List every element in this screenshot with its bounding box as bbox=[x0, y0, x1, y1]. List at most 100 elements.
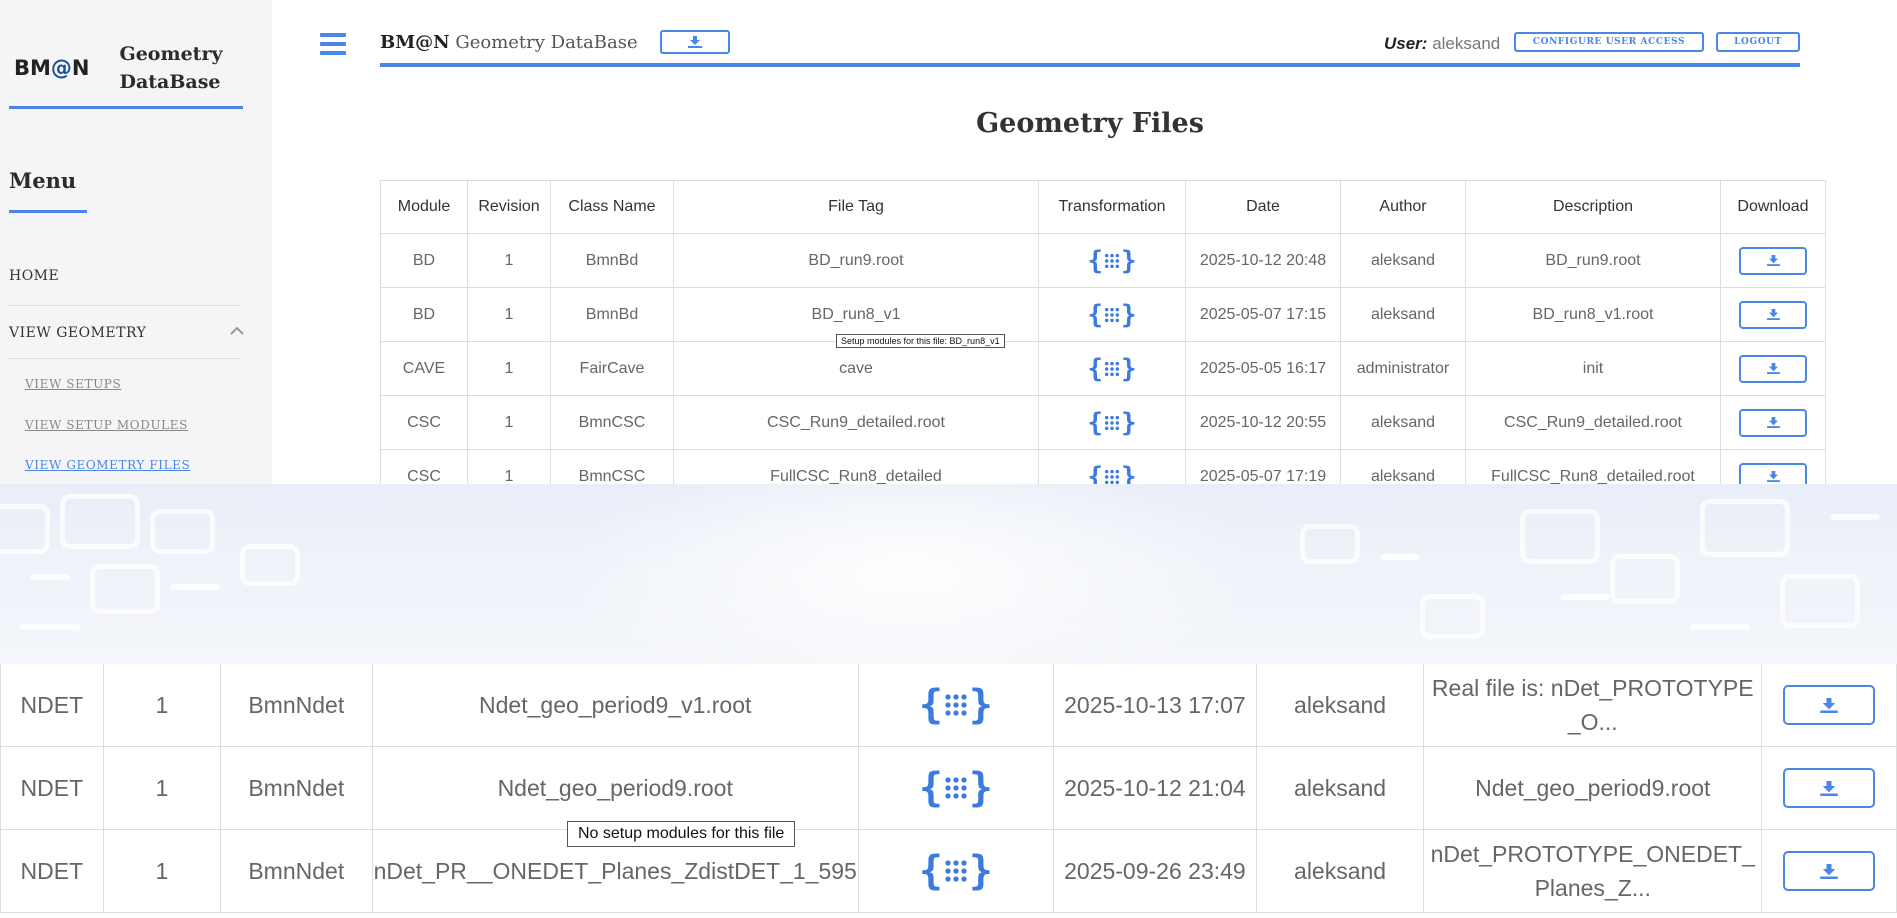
menu-title-underline bbox=[9, 210, 87, 213]
sidebar-subitem-view-geometry-files[interactable]: VIEW GEOMETRY FILES bbox=[25, 458, 190, 472]
table-header-row: Module Revision Class Name File Tag Tran… bbox=[380, 180, 1826, 234]
download-button[interactable] bbox=[1739, 462, 1807, 484]
table-row: CSC 1 BmnCSC CSC_Run9_detailed.root{} 2025-1… bbox=[380, 395, 1826, 450]
braces-grid-icon[interactable]: {} bbox=[919, 685, 993, 725]
cell-class-name: FairCave bbox=[550, 341, 674, 396]
download-button[interactable] bbox=[1783, 685, 1876, 725]
cell-author: aleksand bbox=[1340, 287, 1466, 342]
cell-author: administrator bbox=[1340, 341, 1466, 396]
cell-date: 2025-05-07 17:15 bbox=[1185, 287, 1341, 342]
column-header-author[interactable]: Author bbox=[1340, 180, 1466, 234]
cell-class-name: BmnBd bbox=[550, 233, 674, 288]
column-header-class-name[interactable]: Class Name bbox=[550, 180, 674, 234]
braces-grid-icon[interactable]: {} bbox=[1087, 410, 1136, 436]
column-header-transformation[interactable]: Transformation bbox=[1038, 180, 1186, 234]
sidebar: BM@N Geometry DataBase Menu HOME VIEW GE… bbox=[0, 0, 272, 484]
braces-grid-icon[interactable]: {} bbox=[919, 768, 993, 808]
cell-module: CAVE bbox=[380, 341, 468, 396]
cell-description: init bbox=[1465, 341, 1721, 396]
cell-download bbox=[1761, 829, 1897, 913]
download-button[interactable] bbox=[1739, 300, 1807, 329]
configure-user-access-button[interactable]: CONFIGURE USER ACCESS bbox=[1514, 32, 1704, 52]
logout-button[interactable]: LOGOUT bbox=[1716, 32, 1800, 52]
column-header-module[interactable]: Module bbox=[380, 180, 468, 234]
sidebar-divider bbox=[9, 305, 241, 306]
cell-revision: 1 bbox=[102, 829, 221, 913]
braces-grid-icon[interactable]: {} bbox=[1087, 248, 1136, 274]
cell-file-tag: FullCSC_Run8_detailed bbox=[673, 449, 1039, 484]
cell-revision: 1 bbox=[102, 664, 221, 747]
cell-download bbox=[1720, 395, 1826, 450]
cell-file-tag: Ndet_geo_period9_v1.root bbox=[371, 664, 859, 747]
cell-transformation: {} bbox=[1038, 287, 1186, 342]
download-button[interactable] bbox=[1783, 851, 1876, 891]
cell-class-name: BmnCSC bbox=[550, 449, 674, 484]
cell-module: NDET bbox=[0, 746, 104, 830]
braces-grid-icon[interactable]: {} bbox=[1087, 356, 1136, 382]
cell-file-tag: BD_run9.root bbox=[673, 233, 1039, 288]
braces-grid-icon[interactable]: {} bbox=[919, 851, 993, 891]
cell-module: NDET bbox=[0, 664, 104, 747]
download-button[interactable] bbox=[1783, 768, 1876, 808]
cell-description: BD_run9.root bbox=[1465, 233, 1721, 288]
cell-module: NDET bbox=[0, 829, 104, 913]
cell-module: BD bbox=[380, 287, 468, 342]
cell-revision: 1 bbox=[467, 395, 551, 450]
cell-download bbox=[1720, 341, 1826, 396]
cell-date: 2025-10-12 20:55 bbox=[1185, 395, 1341, 450]
cell-author: aleksand bbox=[1340, 395, 1466, 450]
cell-class-name: BmnNdet bbox=[219, 664, 373, 747]
cell-date: 2025-10-13 17:07 bbox=[1052, 664, 1257, 747]
cell-revision: 1 bbox=[467, 449, 551, 484]
hamburger-icon[interactable] bbox=[320, 33, 346, 57]
cell-download bbox=[1720, 449, 1826, 484]
cell-revision: 1 bbox=[102, 746, 221, 830]
download-icon bbox=[1820, 697, 1838, 713]
column-header-file-tag[interactable]: File Tag bbox=[673, 180, 1039, 234]
download-button[interactable] bbox=[1739, 354, 1807, 383]
table-row: NDET 1 BmnNdet nDet_PR__ONEDET_Planes_Zdist… bbox=[0, 829, 1897, 913]
cell-description: BD_run8_v1.root bbox=[1465, 287, 1721, 342]
cell-date: 2025-10-12 21:04 bbox=[1052, 746, 1257, 830]
chevron-up-icon[interactable] bbox=[230, 323, 244, 338]
download-button[interactable] bbox=[1739, 408, 1807, 437]
app-name: BM@N Geometry DataBase bbox=[380, 32, 638, 53]
cell-description: Real file is: nDet_PROTOTYPE _O... bbox=[1423, 664, 1763, 747]
cell-author: aleksand bbox=[1255, 829, 1425, 913]
brand-title-line2: DataBase bbox=[119, 71, 221, 93]
sidebar-item-view-geometry[interactable]: VIEW GEOMETRY bbox=[9, 325, 146, 341]
table-row: NDET 1 BmnNdet Ndet_geo_period9.root{} 2025-… bbox=[0, 746, 1897, 830]
cell-revision: 1 bbox=[467, 287, 551, 342]
sidebar-subitem-view-setups[interactable]: VIEW SETUPS bbox=[25, 377, 121, 391]
download-button[interactable] bbox=[1739, 246, 1807, 275]
user-label: User: bbox=[1384, 34, 1428, 53]
cell-description: nDet_PROTOTYPE_ONEDET_ Planes_Z... bbox=[1423, 829, 1763, 913]
tooltip-setup-modules: Setup modules for this file: BD_run8_v1 bbox=[836, 334, 1005, 348]
table-row: CSC 1 BmnCSC FullCSC_Run8_detailed {} 2025-05… bbox=[380, 449, 1826, 485]
cell-module: BD bbox=[380, 233, 468, 288]
sidebar-subitem-view-setup-modules[interactable]: VIEW SETUP MODULES bbox=[25, 418, 188, 432]
cell-author: aleksand bbox=[1255, 746, 1425, 830]
download-icon bbox=[1766, 255, 1780, 266]
menu-title: Menu bbox=[9, 168, 77, 193]
brand-title-line1: Geometry bbox=[119, 43, 223, 65]
cell-class-name: BmnNdet bbox=[219, 829, 373, 913]
header-download-button[interactable] bbox=[660, 30, 730, 54]
cell-revision: 1 bbox=[467, 233, 551, 288]
cell-download bbox=[1761, 746, 1897, 830]
column-header-description[interactable]: Description bbox=[1465, 180, 1721, 234]
download-icon bbox=[1766, 471, 1780, 482]
cell-file-tag: CSC_Run9_detailed.root bbox=[673, 395, 1039, 450]
cell-author: aleksand bbox=[1340, 449, 1466, 484]
cell-download bbox=[1720, 287, 1826, 342]
cell-date: 2025-05-05 16:17 bbox=[1185, 341, 1341, 396]
brand[interactable]: BM@N Geometry DataBase bbox=[14, 40, 223, 96]
column-header-revision[interactable]: Revision bbox=[467, 180, 551, 234]
braces-grid-icon[interactable]: {} bbox=[1087, 302, 1136, 328]
sidebar-item-home[interactable]: HOME bbox=[9, 268, 59, 284]
cell-author: aleksand bbox=[1340, 233, 1466, 288]
braces-grid-icon[interactable]: {} bbox=[1087, 464, 1136, 485]
column-header-download[interactable]: Download bbox=[1720, 180, 1826, 234]
download-icon bbox=[1766, 363, 1780, 374]
column-header-date[interactable]: Date bbox=[1185, 180, 1341, 234]
